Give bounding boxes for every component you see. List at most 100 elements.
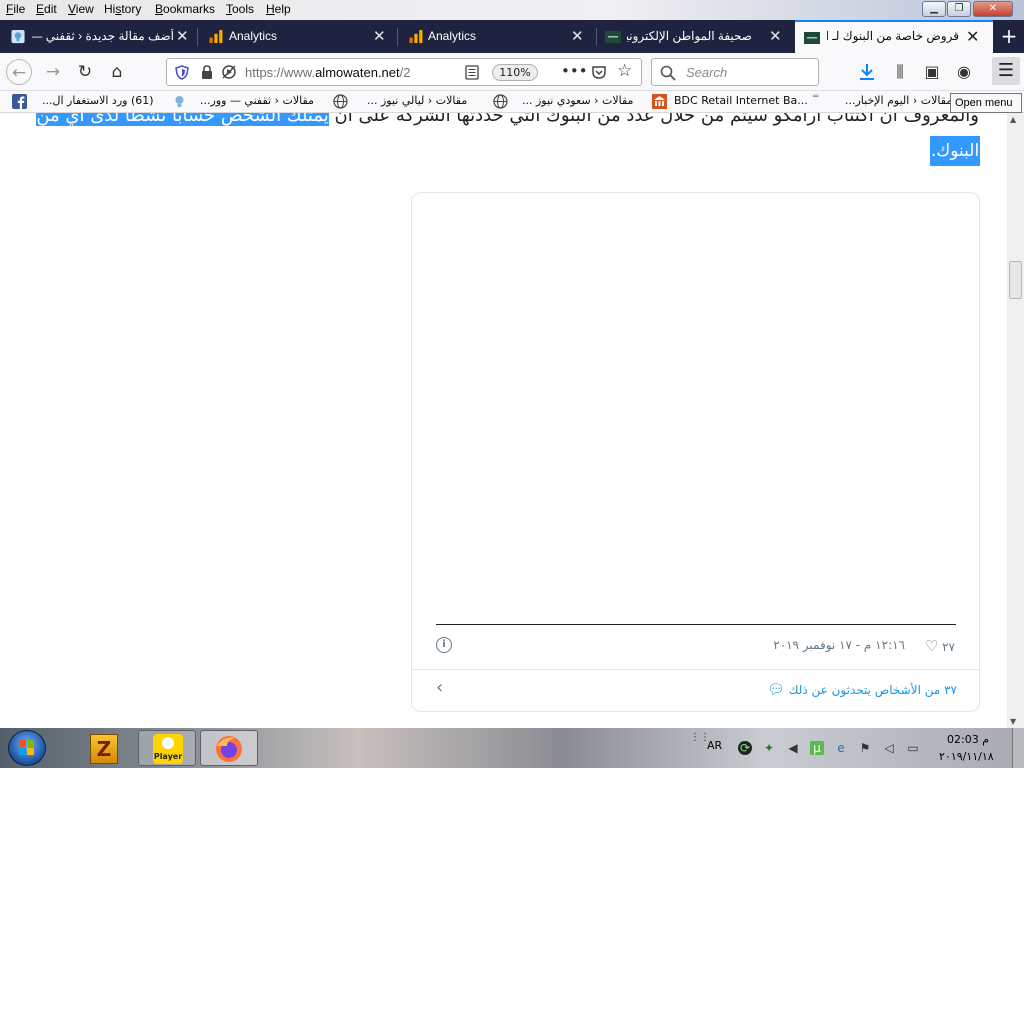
reader-view-icon[interactable]	[465, 65, 479, 80]
pocket-icon[interactable]	[591, 65, 607, 80]
bookmark-item[interactable]: BDC Retail Internet Ba...	[674, 94, 808, 107]
bookmark-item[interactable]: مقالات ‹ ثقفني — وور...	[200, 94, 314, 107]
heart-icon: ♡	[924, 637, 939, 655]
globe-icon	[333, 94, 348, 109]
taskbar-app-player[interactable]: Player	[138, 730, 196, 766]
url-text[interactable]: https://www.almowaten.net/2	[245, 65, 410, 80]
network-status-icon[interactable]: ▭	[906, 741, 920, 755]
tweet-timestamp[interactable]: ١٢:١٦ م - ١٧ نوفمبر ٢٠١٩	[773, 638, 905, 652]
tab-analytics-2[interactable]: Analytics ✕	[398, 20, 596, 53]
taskbar-app-winzip[interactable]: Z	[76, 730, 134, 766]
language-indicator[interactable]: AR	[707, 739, 722, 752]
zoom-indicator[interactable]: 110%	[492, 64, 538, 81]
restore-button[interactable]: ❐	[947, 1, 971, 17]
minimize-button[interactable]: ▁	[922, 1, 946, 17]
chevron-left-icon[interactable]: ‹	[436, 677, 443, 698]
vertical-scrollbar[interactable]: ▲ ▼	[1007, 113, 1024, 728]
article-paragraph: والمعروف أن اكتتاب أرامكو سيتم من خلال ع…	[36, 113, 979, 126]
bookmarks-bar: (61) ورد الاستغفار ال... مقالات ‹ ثقفني …	[0, 91, 1024, 113]
search-bar[interactable]: Search	[651, 58, 819, 86]
tab-label: أضف مقالة جديدة ‹ ثقفني — و	[32, 29, 174, 43]
menu-view[interactable]: View	[68, 2, 94, 16]
flag-icon[interactable]: ⚑	[858, 741, 872, 755]
lightbulb-icon	[11, 29, 25, 44]
tweet-conversation-link[interactable]: ٣٧ من الأشخاص يتحدثون عن ذلك 💬︎	[767, 682, 957, 698]
library-icon[interactable]: ⫼	[889, 62, 911, 82]
winzip-icon: Z	[90, 734, 118, 764]
start-button[interactable]	[8, 730, 46, 766]
embedded-tweet: i ١٢:١٦ م - ١٧ نوفمبر ٢٠١٩ ٢٧ ♡ ٣٧ من ال…	[411, 192, 980, 712]
page-content: والمعروف أن اكتتاب أرامكو سيتم من خلال ع…	[0, 113, 1007, 728]
bookmark-item[interactable]: (61) ورد الاستغفار ال...	[42, 94, 154, 107]
tweet-likes[interactable]: ٢٧ ♡	[925, 637, 955, 655]
clock-date[interactable]: ٢٠١٩/١١/١٨	[939, 750, 994, 763]
lock-icon[interactable]	[201, 65, 213, 79]
url-host: almowaten.net	[315, 65, 400, 80]
page-actions-icon[interactable]: •••	[561, 62, 588, 80]
scrollbar-thumb[interactable]	[1009, 261, 1022, 299]
like-count: ٢٧	[942, 640, 955, 654]
lightbulb-icon	[175, 96, 184, 107]
tab-label: قروض خاصة من البنوك لـ اكتتا	[827, 29, 959, 43]
sidebar-icon[interactable]: ▣	[921, 62, 943, 81]
close-icon[interactable]: ✕	[769, 27, 782, 45]
autoplay-blocked-icon[interactable]	[221, 64, 237, 80]
volume-icon[interactable]: ◁	[882, 741, 896, 755]
close-window-button[interactable]: ✕	[973, 1, 1013, 17]
url-path: /2	[399, 65, 411, 80]
utorrent-icon[interactable]: µ	[810, 741, 824, 755]
bookmark-star-icon[interactable]: ☆	[617, 61, 632, 81]
tab-almowaten[interactable]: صحيفة المواطن الإلكترونية ✕	[597, 20, 795, 53]
account-icon[interactable]: ◉	[953, 62, 975, 81]
tab-thaqafni[interactable]: أضف مقالة جديدة ‹ ثقفني — و ✕	[0, 20, 196, 53]
close-icon[interactable]: ✕	[571, 27, 584, 45]
info-icon[interactable]: i	[436, 637, 452, 653]
new-tab-button[interactable]: +	[994, 20, 1024, 53]
facebook-icon	[12, 94, 27, 109]
search-placeholder: Search	[686, 65, 728, 80]
selected-text: البنوك.	[930, 136, 980, 166]
hamburger-menu-button[interactable]: ☰	[992, 57, 1020, 85]
bookmark-item[interactable]: مقالات ‹ اليوم الإخبار...	[845, 94, 952, 107]
tweet-divider	[412, 669, 979, 670]
almowaten-icon	[804, 32, 820, 44]
url-bar[interactable]: https://www.almowaten.net/2 110% ••• ☆	[166, 58, 642, 86]
open-menu-tooltip: Open menu	[950, 93, 1022, 113]
tab-label: Analytics	[428, 29, 477, 43]
tracking-shield-icon[interactable]	[175, 65, 189, 80]
forward-button[interactable]: →	[40, 59, 66, 85]
menu-tools[interactable]: Tools	[226, 2, 254, 16]
close-icon[interactable]: ✕	[176, 27, 189, 45]
tab-label: صحيفة المواطن الإلكترونية	[627, 29, 752, 43]
menu-edit[interactable]: Edit	[36, 2, 57, 16]
bookmark-item[interactable]: مقالات ‹ سعودي نيوز ...	[522, 94, 633, 107]
windows-logo-icon	[19, 740, 34, 755]
speaker-mute-icon[interactable]: ◀	[786, 741, 800, 755]
clock-time[interactable]: 02:03 م	[947, 733, 989, 746]
tab-analytics-1[interactable]: Analytics ✕	[198, 20, 396, 53]
scroll-up-icon[interactable]: ▲	[1010, 115, 1016, 124]
ie-tray-icon[interactable]: e	[834, 741, 848, 755]
back-button[interactable]: ←	[6, 59, 32, 85]
bookmark-item[interactable]: مقالات ‹ ليالي نيوز ...	[367, 94, 467, 107]
reload-button[interactable]: ↻	[72, 59, 98, 85]
menu-history[interactable]: History	[104, 2, 141, 16]
almowaten-icon	[605, 31, 621, 43]
tab-active-article[interactable]: قروض خاصة من البنوك لـ اكتتا ✕	[795, 20, 993, 53]
sync-tray-icon[interactable]: ⟳	[738, 741, 752, 755]
tweet-media-divider	[436, 624, 956, 625]
close-icon[interactable]: ✕	[966, 27, 979, 47]
home-button[interactable]: ⌂	[104, 59, 130, 85]
downloads-icon[interactable]	[859, 63, 875, 81]
show-desktop-button[interactable]	[1012, 728, 1024, 768]
menu-file[interactable]: File	[6, 2, 25, 16]
taskbar-app-firefox[interactable]	[200, 730, 258, 766]
analytics-icon	[209, 29, 223, 44]
speech-bubble-icon: 💬︎	[766, 682, 785, 698]
menu-help[interactable]: Help	[266, 2, 291, 16]
menu-bookmarks[interactable]: Bookmarks	[155, 2, 215, 16]
menu-bar: File Edit View History Bookmarks Tools H…	[0, 0, 1024, 20]
close-icon[interactable]: ✕	[373, 27, 386, 45]
scroll-down-icon[interactable]: ▼	[1010, 717, 1016, 726]
network-tray-icon[interactable]: ✦	[762, 741, 776, 755]
